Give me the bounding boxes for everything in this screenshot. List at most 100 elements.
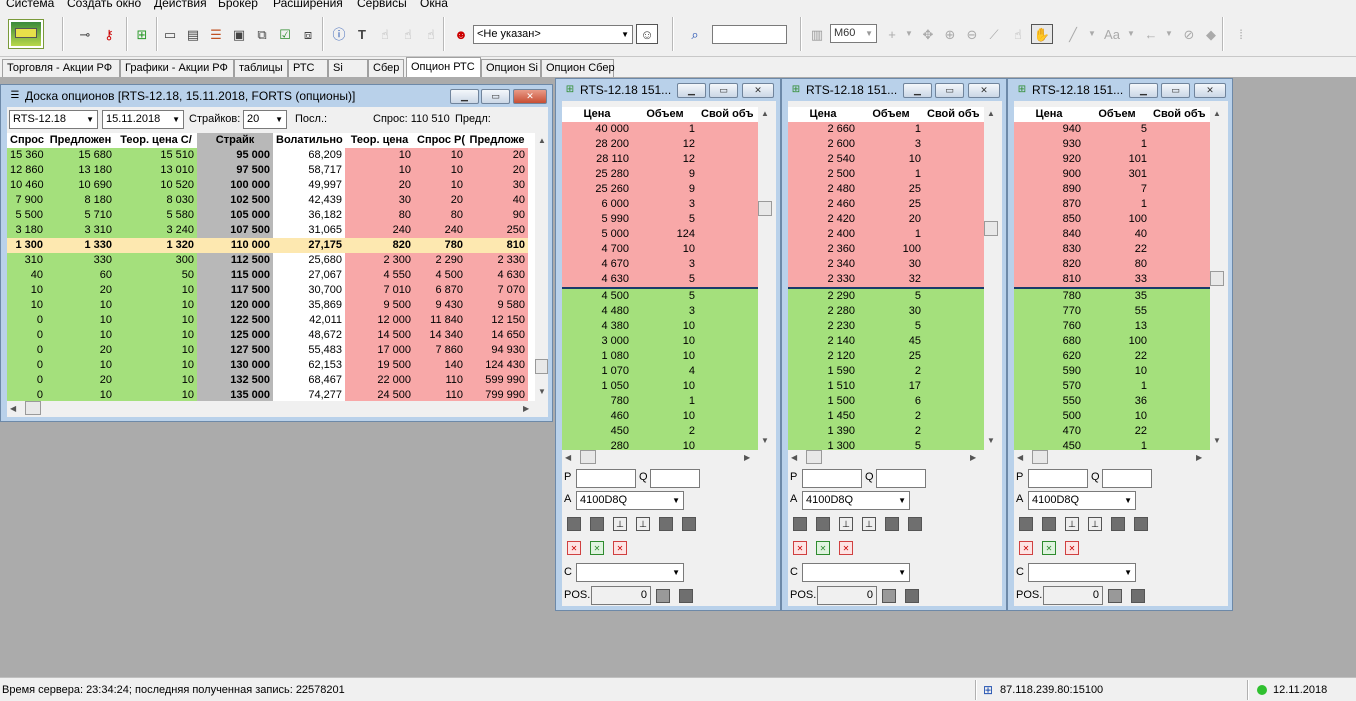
scroll-up-icon[interactable]: ▲ (538, 136, 546, 145)
ask-row[interactable]: 40 000 1 (562, 122, 758, 137)
stop-sell-icon[interactable]: ⊥ (862, 517, 876, 531)
bid-price[interactable]: 1 390 (788, 424, 858, 439)
ask-volume[interactable]: 5 (1084, 122, 1150, 137)
menu-item-broker[interactable]: Брокер (218, 0, 258, 10)
options-column-header[interactable]: Предложе (466, 133, 528, 148)
options-cell[interactable]: 10 (46, 388, 115, 401)
options-cell[interactable]: 112 500 (197, 253, 273, 268)
account-info-icon[interactable]: ☺ (636, 24, 658, 44)
position-reset-button[interactable] (905, 589, 919, 603)
bid-row[interactable]: 1 590 2 (788, 364, 984, 379)
ask-price[interactable]: 810 (1014, 272, 1084, 288)
bid-volume[interactable]: 13 (1084, 319, 1150, 334)
bid-row[interactable]: 500 10 (1014, 409, 1210, 424)
options-cell[interactable]: 102 500 (197, 193, 273, 208)
ask-row[interactable]: 4 700 10 (562, 242, 758, 257)
maximize-button[interactable]: ▭ (481, 89, 510, 104)
ask-volume[interactable]: 5 (632, 212, 698, 227)
options-cell[interactable]: 132 500 (197, 373, 273, 388)
own-volume-cell[interactable] (924, 137, 984, 152)
new-window-icon[interactable]: ⊞ (133, 25, 151, 43)
own-volume-cell[interactable] (1150, 439, 1210, 450)
options-cell[interactable]: 20 (46, 343, 115, 358)
bid-row[interactable]: 3 000 10 (562, 334, 758, 349)
ask-row[interactable]: 870 1 (1014, 197, 1210, 212)
price-input[interactable] (802, 469, 862, 488)
price-input[interactable] (576, 469, 636, 488)
options-cell[interactable]: 80 (414, 208, 466, 223)
options-row[interactable]: 10 10 10 120 000 35,869 9 500 9 430 9 580 (7, 298, 528, 313)
sell-market-button[interactable] (1042, 517, 1056, 531)
scroll-right-icon[interactable]: ▶ (1196, 453, 1202, 462)
ask-price[interactable]: 920 (1014, 152, 1084, 167)
quantity-input[interactable] (650, 469, 700, 488)
minimize-button[interactable]: ▁ (677, 83, 706, 98)
bid-row[interactable]: 2 290 5 (788, 288, 984, 304)
arrow-left-icon[interactable]: ← (1142, 25, 1160, 43)
bid-volume[interactable]: 55 (1084, 304, 1150, 319)
scroll-left-icon[interactable]: ◀ (10, 404, 16, 413)
stop-buy-icon[interactable]: ⊥ (1065, 517, 1079, 531)
bid-price[interactable]: 2 230 (788, 319, 858, 334)
scroll-left-icon[interactable]: ◀ (791, 453, 797, 462)
options-cell[interactable]: 300 (115, 253, 197, 268)
own-volume-cell[interactable] (924, 272, 984, 288)
ask-volume[interactable]: 33 (1084, 272, 1150, 288)
trades-window-icon[interactable]: ⧈ (299, 25, 317, 43)
options-cell[interactable]: 22 000 (345, 373, 414, 388)
bar-chart-icon[interactable]: ▥ (808, 25, 826, 43)
options-cell[interactable]: 40 (466, 193, 528, 208)
bid-price[interactable]: 1 500 (788, 394, 858, 409)
bid-row[interactable]: 620 22 (1014, 349, 1210, 364)
own-volume-cell[interactable] (1150, 212, 1210, 227)
bid-row[interactable]: 1 510 17 (788, 379, 984, 394)
bid-price[interactable]: 780 (562, 394, 632, 409)
bid-price[interactable]: 620 (1014, 349, 1084, 364)
options-cell[interactable]: 36,182 (273, 208, 345, 223)
menu-item-create-window[interactable]: Создать окно (67, 0, 141, 10)
scroll-thumb[interactable] (758, 201, 772, 216)
ask-price[interactable]: 5 000 (562, 227, 632, 242)
bid-price[interactable]: 1 300 (788, 439, 858, 450)
options-cell[interactable]: 0 (7, 313, 46, 328)
own-volume-cell[interactable] (698, 212, 758, 227)
ask-price[interactable]: 6 000 (562, 197, 632, 212)
bid-volume[interactable]: 22 (1084, 349, 1150, 364)
ask-price[interactable]: 28 110 (562, 152, 632, 167)
options-cell[interactable]: 19 500 (345, 358, 414, 373)
options-cell[interactable]: 10 (115, 388, 197, 401)
options-row[interactable]: 0 10 10 125 000 48,672 14 500 14 340 14 650 (7, 328, 528, 343)
own-volume-cell[interactable] (698, 439, 758, 450)
options-cell[interactable]: 80 (345, 208, 414, 223)
scroll-thumb[interactable] (806, 450, 822, 464)
price-column-header[interactable]: Цена (788, 107, 858, 122)
bid-row[interactable]: 2 230 5 (788, 319, 984, 334)
position-action-button[interactable] (1108, 589, 1122, 603)
own-volume-cell[interactable] (1150, 409, 1210, 424)
zoom-in-icon[interactable]: ⊕ (941, 25, 959, 43)
bid-volume[interactable]: 25 (858, 349, 924, 364)
own-volume-cell[interactable] (1150, 364, 1210, 379)
ruler-icon[interactable]: ⟋ (985, 25, 1003, 43)
options-cell[interactable]: 3 240 (115, 223, 197, 238)
bid-price[interactable]: 550 (1014, 394, 1084, 409)
ask-volume[interactable]: 9 (632, 182, 698, 197)
cancel-sell-orders-icon[interactable]: ✕ (613, 541, 627, 555)
own-volume-cell[interactable] (1150, 257, 1210, 272)
options-cell[interactable]: 42,439 (273, 193, 345, 208)
ask-row[interactable]: 2 420 20 (788, 212, 984, 227)
timeframe-select[interactable]: M60 ▼ (830, 24, 877, 43)
ask-volume[interactable]: 1 (858, 122, 924, 137)
ask-price[interactable]: 40 000 (562, 122, 632, 137)
own-volume-cell[interactable] (1150, 379, 1210, 394)
ask-volume[interactable]: 1 (1084, 197, 1150, 212)
bid-price[interactable]: 1 510 (788, 379, 858, 394)
ask-volume[interactable]: 25 (858, 197, 924, 212)
options-cell[interactable]: 110 (414, 373, 466, 388)
ask-volume[interactable]: 1 (858, 167, 924, 182)
order-book-vertical-scrollbar[interactable]: ▲ ▼ (758, 107, 772, 450)
ask-volume[interactable]: 25 (858, 182, 924, 197)
chevron-down-icon[interactable]: ▼ (1083, 25, 1101, 43)
own-volume-cell[interactable] (924, 227, 984, 242)
ask-price[interactable]: 2 340 (788, 257, 858, 272)
